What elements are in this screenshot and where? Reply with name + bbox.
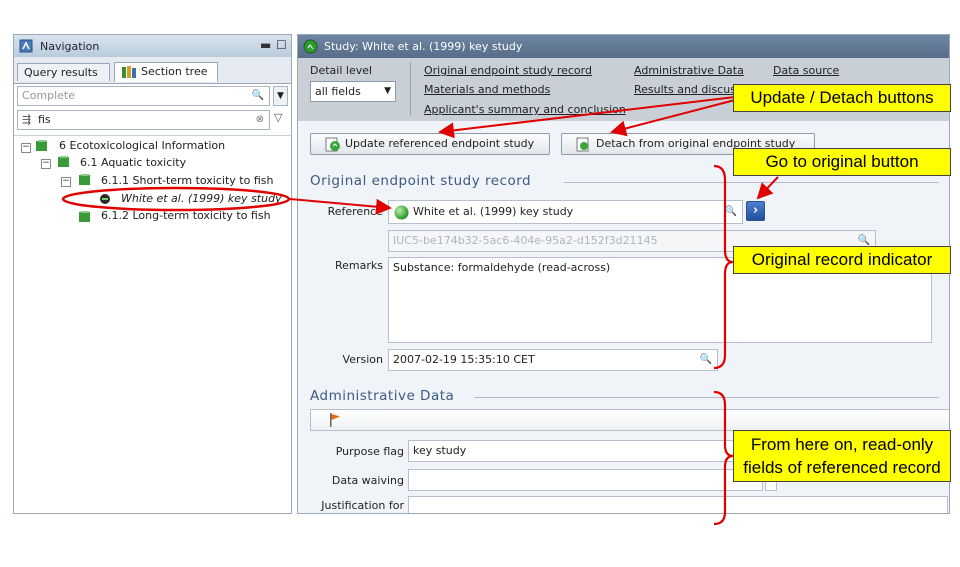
book-icon (79, 211, 90, 222)
version-value: 2007-02-19 15:35:10 CET (393, 353, 535, 366)
callout-readonly-line2: fields of referenced record (743, 458, 941, 477)
tree-toggle-6-1-1[interactable]: − (61, 177, 71, 187)
book-icon (36, 140, 47, 151)
data-waiving-checkbox (765, 481, 777, 491)
update-icon (325, 137, 340, 152)
data-waiving-field (408, 469, 763, 491)
flag-icon[interactable] (329, 413, 341, 427)
version-field[interactable]: 2007-02-19 15:35:10 CET 🔍 (388, 349, 718, 371)
link-materials-methods[interactable]: Materials and methods (424, 83, 550, 96)
tree-item-long-term[interactable]: 6.1.2 Long-term toxicity to fish (101, 209, 271, 222)
tab-section-tree[interactable]: Section tree (114, 62, 218, 82)
detail-level-select[interactable]: all fields ▼ (310, 81, 396, 102)
navigation-pane: Navigation ▬ ☐ Query results Section tre… (13, 34, 292, 514)
book-icon (58, 156, 69, 167)
tree-toggle-6-1[interactable]: − (41, 159, 51, 169)
book-icon (79, 174, 90, 185)
study-title-bar: Study: White et al. (1999) key study (298, 35, 949, 58)
navigation-icon (19, 39, 33, 53)
link-original-endpoint[interactable]: Original endpoint study record (424, 64, 592, 77)
reference-value: White et al. (1999) key study (413, 205, 574, 218)
justification-field (408, 496, 948, 513)
chevron-right-icon: › (752, 203, 759, 218)
uuid-value: IUC5-be174b32-5ac6-404e-95a2-d152f3d2114… (393, 234, 658, 247)
tree-search-input[interactable]: ⇶ fis ⊗ (17, 110, 270, 130)
update-referenced-button[interactable]: Update referenced endpoint study (310, 133, 550, 155)
tree-item-white-study[interactable]: White et al. (1999) key study (121, 192, 282, 205)
search-icon: 🔍 (699, 354, 712, 365)
detail-level-label: Detail level (310, 64, 373, 77)
go-to-original-button[interactable]: › (746, 201, 765, 221)
navigation-title: Navigation (40, 40, 100, 53)
version-label: Version (342, 353, 383, 366)
clear-icon[interactable]: ⊗ (256, 111, 264, 129)
tree-item-short-term[interactable]: 6.1.1 Short-term toxicity to fish (101, 174, 273, 187)
link-applicant-summary[interactable]: Applicant's summary and conclusion (424, 103, 626, 116)
reference-field[interactable]: White et al. (1999) key study 🔍 (388, 200, 743, 224)
divider (14, 135, 291, 136)
update-button-label: Update referenced endpoint study (345, 137, 535, 150)
tree-search-value: fis (38, 113, 51, 126)
callout-update-detach: Update / Detach buttons (733, 84, 951, 112)
detach-icon (576, 137, 589, 152)
tab-query-results[interactable]: Query results (17, 63, 110, 81)
navigation-tabs: Query results Section tree (14, 57, 291, 84)
callout-original-indicator: Original record indicator (733, 246, 951, 274)
link-data-source[interactable]: Data source (773, 64, 839, 77)
linked-record-icon (100, 194, 110, 204)
navigation-title-bar: Navigation ▬ ☐ (14, 35, 291, 57)
search-icon: 🔍 (251, 90, 264, 101)
data-waiving-label: Data waiving (331, 474, 404, 487)
callout-readonly-line1: From here on, read-only (750, 435, 934, 454)
filter-input[interactable]: Complete 🔍 (17, 86, 270, 106)
section-rule (474, 397, 939, 398)
filter-placeholder: Complete (22, 89, 76, 102)
callout-go-to-original: Go to original button (733, 148, 951, 176)
remarks-label: Remarks (335, 259, 383, 272)
study-icon (303, 39, 318, 54)
search-icon: 🔍 (724, 206, 737, 217)
tree-toggle-6[interactable]: − (21, 143, 31, 153)
admin-section-title: Administrative Data (310, 388, 455, 404)
collapse-icon[interactable]: ▽ (274, 111, 282, 124)
detail-level-value: all fields (315, 85, 361, 98)
books-icon (122, 66, 136, 78)
tab-section-tree-label: Section tree (141, 65, 208, 78)
filter-funnel-icon: ⇶ (22, 113, 32, 126)
filter-dropdown-button[interactable]: ▼ (273, 86, 288, 106)
toolbar-divider (410, 62, 411, 116)
study-title: Study: White et al. (1999) key study (324, 40, 523, 53)
callout-readonly-fields: From here on, read-only fields of refere… (733, 430, 951, 482)
section-rule (564, 182, 939, 183)
reference-label: Reference (327, 205, 383, 218)
admin-flag-toolbar (310, 409, 949, 431)
original-section-title: Original endpoint study record (310, 173, 532, 189)
minimize-icon[interactable]: ▬ (260, 38, 271, 52)
chevron-down-icon: ▼ (384, 86, 391, 96)
remarks-value: Substance: formaldehyde (read-across) (393, 261, 611, 274)
justification-label: Justification for (321, 499, 404, 512)
green-indicator-icon (394, 205, 409, 220)
purpose-flag-value: key study (413, 444, 467, 457)
link-administrative-data[interactable]: Administrative Data (634, 64, 744, 77)
purpose-flag-label: Purpose flag (335, 445, 404, 458)
tab-query-results-label: Query results (24, 66, 98, 79)
tree-item-ecotox[interactable]: 6 Ecotoxicological Information (59, 139, 225, 152)
maximize-icon[interactable]: ☐ (276, 38, 287, 52)
tree-item-aquatic[interactable]: 6.1 Aquatic toxicity (80, 156, 186, 169)
